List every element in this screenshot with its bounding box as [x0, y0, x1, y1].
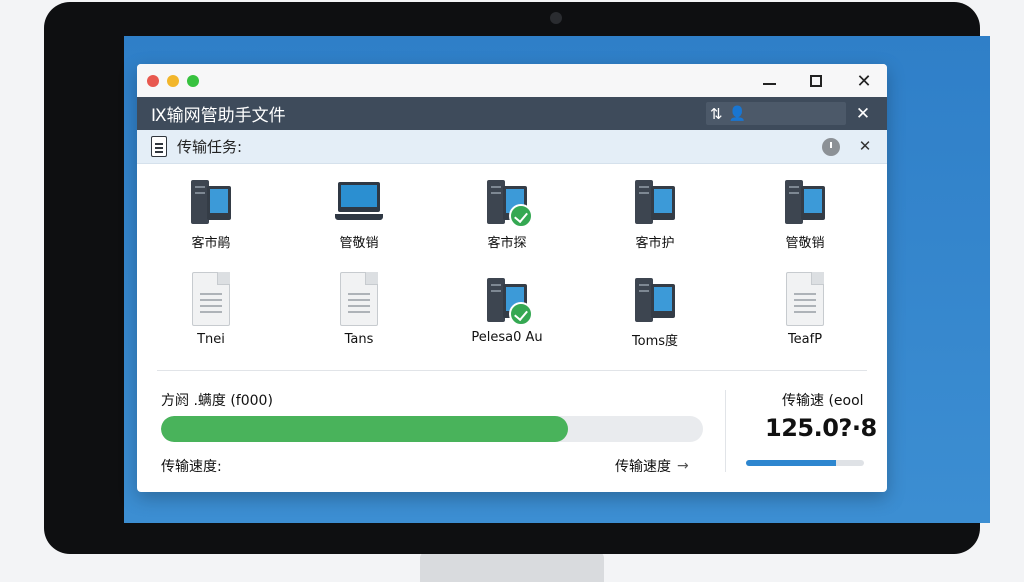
clock-icon[interactable]	[822, 138, 840, 156]
minimize-button[interactable]	[758, 70, 780, 92]
check-circle-icon	[509, 204, 533, 228]
device-label: 管敬销	[339, 236, 379, 251]
file-item[interactable]: Tnei	[151, 272, 271, 347]
device-item[interactable]: Pelesa0 Au	[447, 278, 567, 345]
device-item[interactable]: 客市鹃	[151, 180, 271, 251]
progress-label: 方阏 .螨度 (f000)	[161, 393, 273, 409]
file-label: TeafP	[787, 332, 823, 347]
rate-fill	[746, 460, 836, 466]
webcam-icon	[550, 12, 562, 24]
app-window: ✕ Ⅸ输网管助手文件 ⇅ 👤 ✕ 传输任务: ✕ 客市鹃 管敬销 客市探 客市护…	[137, 64, 887, 492]
app-title: Ⅸ输网管助手文件	[151, 106, 286, 126]
close-dot-icon[interactable]	[147, 74, 159, 87]
file-icon	[786, 272, 824, 326]
device-item[interactable]: 管敬销	[299, 180, 419, 251]
file-item[interactable]: Tans	[299, 272, 419, 347]
desktop-computer-icon	[783, 180, 827, 226]
rate-bar	[746, 460, 864, 466]
progress-fill	[161, 416, 568, 442]
device-item[interactable]: 管敬销	[745, 180, 865, 251]
desktop-computer-icon	[485, 278, 533, 326]
maximize-dot-icon[interactable]	[187, 74, 199, 87]
file-label: Tnei	[197, 332, 225, 347]
header-close-button[interactable]: ✕	[851, 102, 875, 125]
close-icon: ✕	[856, 70, 872, 92]
desktop-computer-icon	[485, 180, 533, 228]
maximize-button[interactable]	[805, 70, 827, 92]
rate-value: 125.0?·8	[765, 414, 877, 442]
device-item[interactable]: 客市探	[447, 180, 567, 251]
file-item[interactable]: TeafP	[745, 272, 865, 347]
device-label: 客市探	[487, 236, 527, 251]
check-circle-icon	[509, 302, 533, 326]
device-item[interactable]: Toms度	[595, 278, 715, 349]
progress-bar	[161, 416, 703, 442]
file-icon	[340, 272, 378, 326]
desktop-computer-icon	[189, 180, 233, 226]
close-icon: ✕	[855, 103, 871, 124]
app-header: Ⅸ输网管助手文件 ⇅ 👤 ✕	[137, 97, 887, 130]
user-icon: 👤	[728, 105, 747, 122]
task-bar: 传输任务: ✕	[137, 130, 887, 164]
task-close-button[interactable]: ✕	[855, 136, 875, 156]
section-divider	[157, 370, 867, 371]
close-button[interactable]: ✕	[853, 70, 875, 92]
device-item[interactable]: 客市护	[595, 180, 715, 251]
device-label: Toms度	[631, 334, 679, 349]
transfer-icon: ⇅	[710, 104, 723, 123]
maximize-icon	[810, 75, 822, 87]
device-label: 客市护	[635, 236, 675, 251]
rate-label: 传输速 (eool	[782, 393, 864, 409]
desktop-computer-icon	[633, 180, 677, 226]
monitor-stand	[420, 552, 604, 582]
speed-label: 传输速度:	[161, 459, 222, 475]
device-label: 客市鹃	[191, 236, 231, 251]
document-icon	[151, 136, 167, 157]
file-icon	[192, 272, 230, 326]
device-label: 管敬销	[785, 236, 825, 251]
device-grid: 客市鹃 管敬销 客市探 客市护 管敬销 Tnei Tans Pelesa0 Au…	[137, 164, 887, 360]
minimize-icon	[762, 83, 776, 85]
desktop-computer-icon	[633, 278, 677, 324]
speed-link[interactable]: 传输速度 →	[615, 456, 689, 476]
device-label: Pelesa0 Au	[471, 330, 543, 345]
arrow-right-icon: →	[677, 458, 689, 474]
minimize-dot-icon[interactable]	[167, 74, 179, 87]
file-label: Tans	[344, 332, 374, 347]
speed-link-label: 传输速度	[615, 459, 671, 475]
column-divider	[725, 390, 726, 472]
user-search-field[interactable]: ⇅ 👤	[706, 102, 846, 125]
laptop-icon	[335, 180, 383, 226]
task-label: 传输任务:	[177, 138, 243, 156]
window-titlebar: ✕	[137, 64, 887, 97]
